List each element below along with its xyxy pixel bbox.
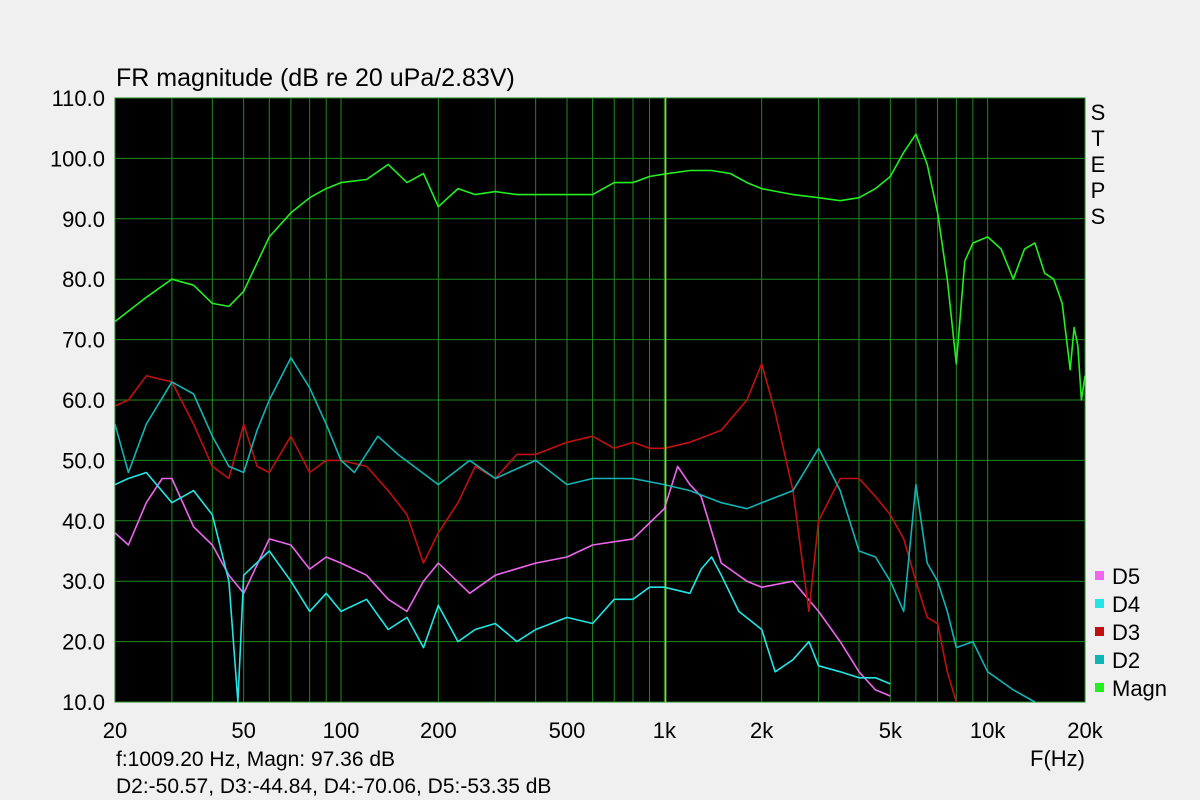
steps-letter: P	[1091, 178, 1106, 203]
y-tick-label: 20.0	[62, 630, 105, 655]
chart-title: FR magnitude (dB re 20 uPa/2.83V)	[116, 64, 515, 92]
steps-letter: S	[1091, 204, 1106, 229]
legend-label-d2: D2	[1112, 648, 1140, 673]
x-tick-label: 500	[549, 718, 586, 743]
legend-swatch-d4	[1095, 599, 1104, 608]
y-tick-label: 60.0	[62, 388, 105, 413]
x-tick-label: 1k	[653, 718, 677, 743]
y-tick-label: 40.0	[62, 509, 105, 534]
x-axis-label: F(Hz)	[1030, 746, 1085, 771]
legend-label-d3: D3	[1112, 620, 1140, 645]
legend-swatch-d5	[1095, 571, 1104, 580]
x-tick-label: 10k	[970, 718, 1006, 743]
x-tick-label: 5k	[879, 718, 903, 743]
y-tick-label: 10.0	[62, 690, 105, 715]
y-tick-label: 90.0	[62, 207, 105, 232]
legend-swatch-d3	[1095, 627, 1104, 636]
legend-label-d5: D5	[1112, 564, 1140, 589]
y-tick-label: 30.0	[62, 569, 105, 594]
x-tick-label: 100	[323, 718, 360, 743]
x-tick-label: 2k	[750, 718, 774, 743]
legend-label-magn: Magn	[1112, 676, 1167, 701]
steps-letter: T	[1091, 126, 1104, 151]
frequency-response-chart: FR magnitude (dB re 20 uPa/2.83V) 110.0 1…	[50, 64, 1167, 798]
y-tick-label: 70.0	[62, 328, 105, 353]
x-tick-label: 20k	[1067, 718, 1103, 743]
cursor-readout-line2: D2:-50.57, D3:-44.84, D4:-70.06, D5:-53.…	[116, 775, 551, 798]
y-tick-label: 80.0	[62, 267, 105, 292]
y-tick-label: 50.0	[62, 448, 105, 473]
steps-letter: S	[1091, 100, 1106, 125]
legend-label-d4: D4	[1112, 592, 1140, 617]
x-tick-label: 50	[231, 718, 255, 743]
x-tick-label: 200	[420, 718, 457, 743]
legend-swatch-d2	[1095, 655, 1104, 664]
cursor-readout-line1: f:1009.20 Hz, Magn: 97.36 dB	[116, 748, 395, 771]
legend: D5 D4 D3 D2 Magn	[1095, 564, 1167, 701]
y-tick-label: 110.0	[52, 86, 105, 111]
y-tick-label: 100.0	[50, 146, 105, 171]
steps-letter: E	[1091, 152, 1106, 177]
legend-swatch-magn	[1095, 683, 1104, 692]
x-tick-label: 20	[103, 718, 127, 743]
steps-label: STEPS	[1091, 100, 1106, 229]
